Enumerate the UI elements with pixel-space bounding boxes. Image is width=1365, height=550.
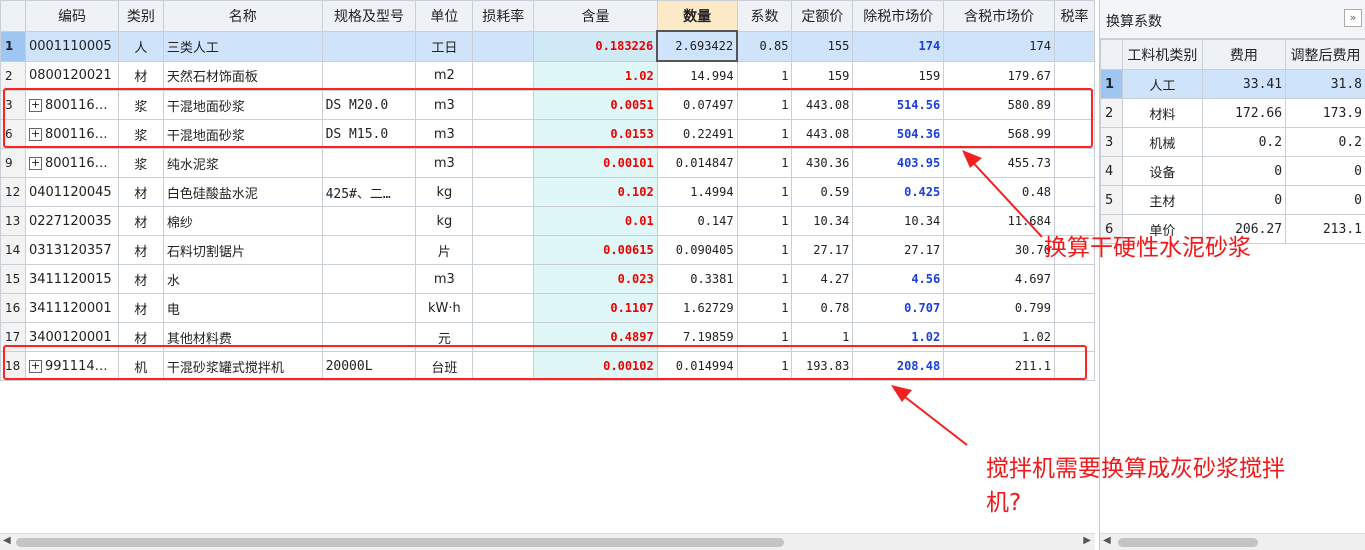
annotation-note-mixer-line1: 搅拌机需要换算成灰砂浆搅拌 <box>986 456 1285 482</box>
annotation-note-mixer-line2: 机? <box>986 490 1022 516</box>
arrow-to-mixer-box <box>891 385 968 446</box>
annotation-note-mortar: 换算干硬性水泥砂浆 <box>1044 235 1251 261</box>
arrow-to-mortar-box <box>962 150 1043 238</box>
